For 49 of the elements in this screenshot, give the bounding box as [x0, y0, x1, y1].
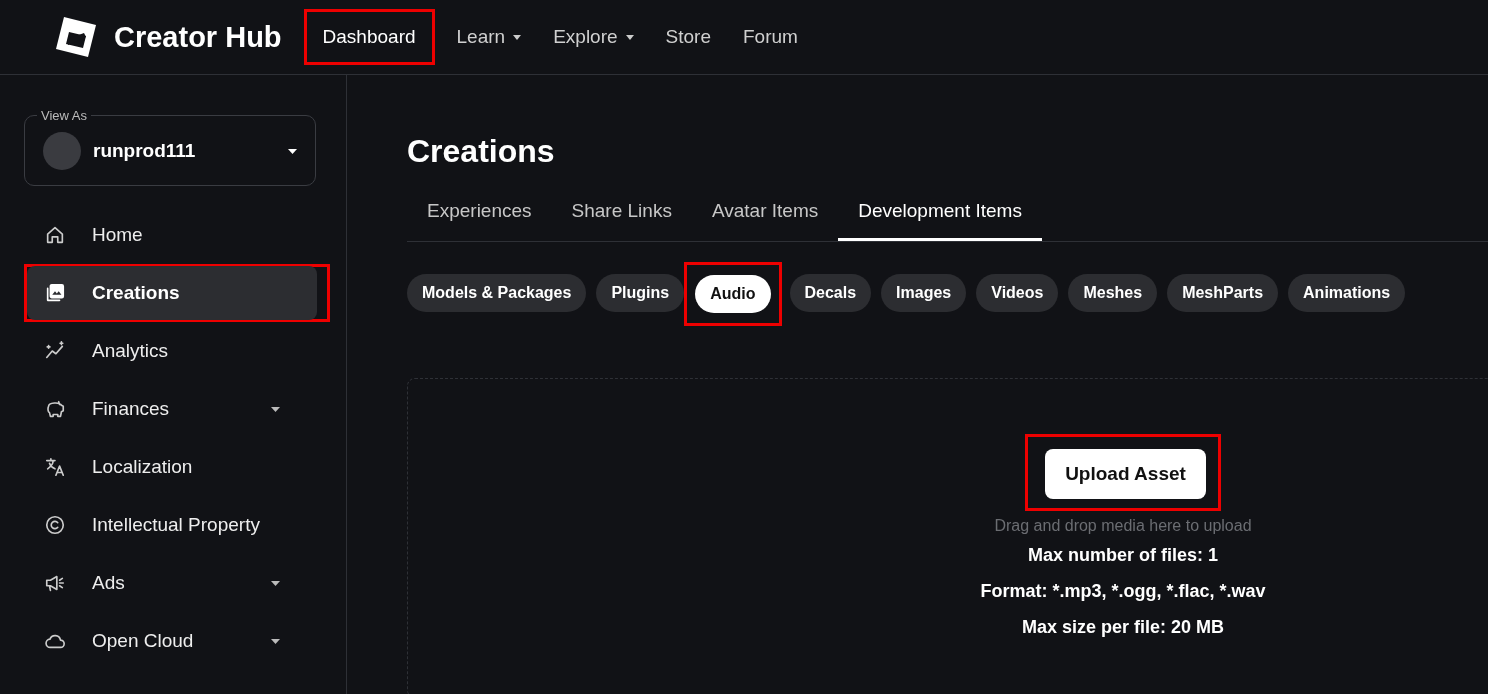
- username: runprod111: [93, 140, 197, 162]
- nav-link[interactable]: Learn: [446, 18, 532, 56]
- sidebar-item[interactable]: Finances: [24, 381, 316, 437]
- filter-chip[interactable]: Decals: [789, 274, 872, 312]
- avatar-icon: [43, 132, 81, 170]
- nav-link[interactable]: Explore: [543, 18, 644, 56]
- sidebar-item[interactable]: Open Cloud: [24, 613, 316, 669]
- tab[interactable]: Share Links: [551, 192, 692, 241]
- upload-button[interactable]: Upload Asset: [1045, 449, 1206, 499]
- nav-link[interactable]: Dashboard: [312, 18, 426, 56]
- filter-chip[interactable]: Models & Packages: [407, 274, 587, 312]
- filter-chip[interactable]: Images: [881, 274, 967, 312]
- sidebar-item[interactable]: Localization: [24, 439, 316, 495]
- sidebar-item[interactable]: Home: [24, 207, 316, 263]
- filter-chip[interactable]: Videos: [976, 274, 1059, 312]
- upload-rule: Format: *.mp3, *.ogg, *.flac, *.wav: [980, 581, 1266, 602]
- caret-icon: [513, 34, 522, 40]
- upload-rule: Max number of files: 1: [1027, 545, 1218, 566]
- localization-icon: [44, 456, 66, 478]
- logo-text: Creator Hub: [114, 20, 282, 54]
- logo-icon: [54, 15, 98, 59]
- filter-chip[interactable]: Animations: [1288, 274, 1406, 312]
- caret-icon: [625, 34, 634, 40]
- tab[interactable]: Development Items: [838, 192, 1042, 241]
- home-icon: [44, 224, 66, 246]
- caret-icon: [271, 638, 280, 644]
- sidebar-item[interactable]: Intellectual Property: [24, 497, 316, 553]
- sidebar-item[interactable]: Analytics: [24, 323, 316, 379]
- filter-chip[interactable]: Audio: [695, 275, 771, 313]
- creations-icon: [44, 282, 66, 304]
- tab[interactable]: Avatar Items: [691, 192, 839, 241]
- filter-chip[interactable]: Plugins: [596, 274, 685, 312]
- upload-rule: Max size per file: 20 MB: [1021, 617, 1225, 638]
- nav-link[interactable]: Forum: [733, 18, 808, 56]
- view-as-label: View As: [40, 108, 88, 123]
- caret-icon: [271, 406, 280, 412]
- copyright-icon: [44, 514, 66, 536]
- caret-icon: [288, 148, 297, 154]
- tab[interactable]: Experiences: [407, 192, 552, 241]
- filter-chip[interactable]: MeshParts: [1167, 274, 1279, 312]
- nav-link[interactable]: Store: [655, 18, 721, 56]
- sidebar-item[interactable]: Creations: [27, 266, 317, 320]
- sidebar-item[interactable]: Ads: [24, 555, 316, 611]
- account-selector[interactable]: View As runprod111: [24, 108, 316, 186]
- filter-chip[interactable]: Meshes: [1068, 274, 1158, 312]
- drop-hint: Drag and drop media here to upload: [994, 517, 1252, 535]
- finances-icon: [44, 398, 66, 420]
- caret-icon: [271, 580, 280, 586]
- page-title: Creations: [407, 133, 556, 170]
